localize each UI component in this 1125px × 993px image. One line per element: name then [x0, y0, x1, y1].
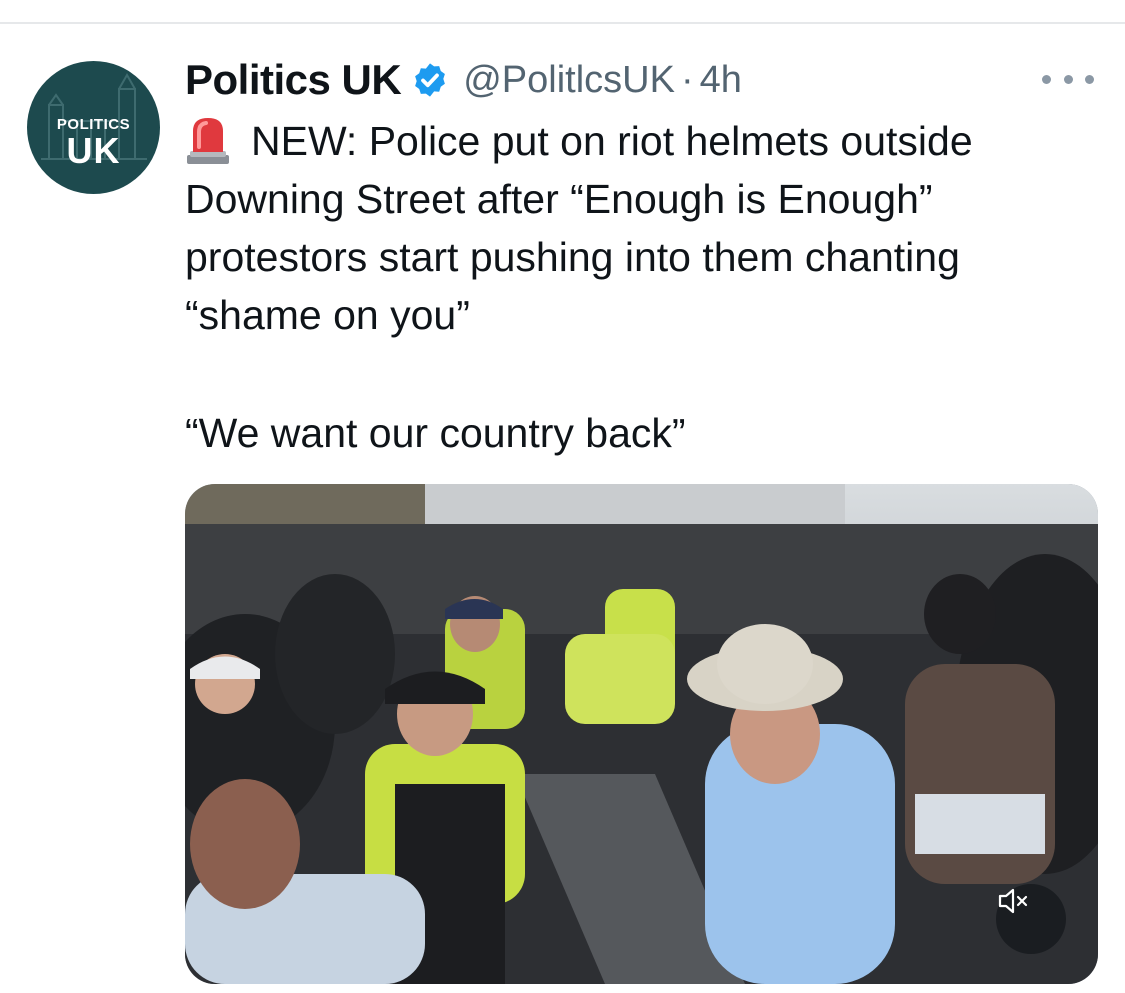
tweet-text-line-3: protestors start pushing into them chant…	[185, 234, 960, 280]
separator-dot: ·	[680, 58, 694, 101]
more-dot	[1063, 74, 1073, 84]
tweet-text: NEW: Police put on riot helmets outside …	[185, 112, 1085, 344]
verified-badge-icon	[415, 63, 446, 97]
avatar[interactable]: POLITICS UK	[27, 61, 160, 194]
speaker-muted-icon	[998, 888, 1028, 914]
tweet-text-line-1: NEW: Police put on riot helmets outside	[251, 118, 973, 164]
siren-icon	[187, 118, 229, 165]
timestamp[interactable]: 4h	[700, 59, 742, 102]
tweet-text-line-4: “shame on you”	[185, 292, 470, 338]
more-options-icon[interactable]	[1042, 66, 1094, 92]
tweet-text-line: NEW: Police put on riot helmets outside	[185, 112, 1085, 170]
protest-video-frame	[185, 484, 1098, 984]
more-dot	[1042, 74, 1051, 84]
tweet-text-line-2: Downing Street after “Enough is Enough”	[185, 176, 933, 222]
tweet-quote-line: “We want our country back”	[185, 410, 686, 456]
mute-button[interactable]	[996, 884, 1066, 954]
more-dot	[1085, 74, 1094, 84]
avatar-text-uk: UK	[66, 130, 121, 171]
tweet-header: Politics UK @PolitlcsUK · 4h	[185, 56, 742, 104]
handle[interactable]: @PolitlcsUK	[463, 59, 675, 102]
video-player[interactable]	[185, 484, 1098, 984]
top-divider	[0, 22, 1125, 24]
display-name[interactable]: Politics UK	[185, 56, 402, 104]
